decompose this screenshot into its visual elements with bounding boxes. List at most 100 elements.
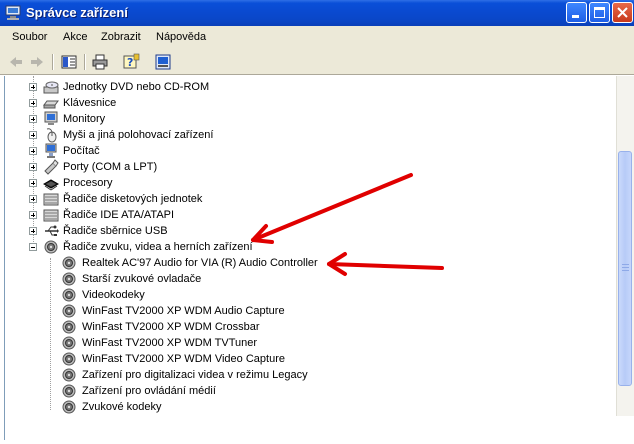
- svg-text:?: ?: [127, 56, 133, 69]
- device-label: Zařízení pro ovládání médií: [82, 385, 216, 397]
- device-tree[interactable]: Jednotky DVD nebo CD-ROM Klávesnice Moni…: [4, 76, 617, 440]
- toolbar-separator: [52, 54, 54, 70]
- menu-help[interactable]: Nápověda: [156, 31, 206, 43]
- expand-icon[interactable]: [29, 227, 37, 235]
- device-manager-icon: [5, 5, 21, 20]
- device-label: WinFast TV2000 XP WDM Audio Capture: [82, 305, 285, 317]
- floppy-controller-icon: [43, 193, 59, 206]
- close-icon: [617, 7, 628, 18]
- expand-icon[interactable]: [29, 147, 37, 155]
- tree-item-mice[interactable]: Myši a jiná polohovací zařízení: [5, 127, 613, 143]
- minimize-icon: [572, 15, 579, 18]
- expand-icon[interactable]: [29, 115, 37, 123]
- grip-line: [622, 267, 629, 268]
- device-label: Realtek AC'97 Audio for VIA (R) Audio Co…: [82, 257, 318, 269]
- speaker-icon: [62, 384, 76, 398]
- device-item[interactable]: WinFast TV2000 XP WDM Crossbar: [5, 319, 613, 335]
- tree-item-label: Myši a jiná polohovací zařízení: [63, 129, 214, 141]
- device-item[interactable]: Starší zvukové ovladače: [5, 271, 613, 287]
- tree-item-ports[interactable]: Porty (COM a LPT): [5, 159, 613, 175]
- speaker-icon: [62, 304, 76, 318]
- title-bar[interactable]: Správce zařízení: [0, 0, 634, 26]
- speaker-icon: [62, 400, 76, 414]
- sound-icon: [44, 240, 58, 254]
- tree-item-label: Monitory: [63, 113, 106, 125]
- speaker-icon: [62, 352, 76, 366]
- device-label: WinFast TV2000 XP WDM Video Capture: [82, 353, 285, 365]
- device-item[interactable]: WinFast TV2000 XP WDM Video Capture: [5, 351, 613, 367]
- usb-icon: [45, 225, 59, 236]
- back-arrow-icon[interactable]: [7, 53, 25, 71]
- expand-icon[interactable]: [29, 179, 37, 187]
- menu-view[interactable]: Zobrazit: [101, 31, 141, 43]
- device-label: WinFast TV2000 XP WDM TVTuner: [82, 337, 258, 349]
- forward-arrow-icon[interactable]: [28, 53, 46, 71]
- mouse-icon: [46, 128, 57, 143]
- device-item[interactable]: Videokodeky: [5, 287, 613, 303]
- tree-item-label: Počítač: [63, 145, 100, 157]
- show-hide-console-tree-icon[interactable]: [60, 53, 78, 71]
- tree-item-keyboard[interactable]: Klávesnice: [5, 95, 613, 111]
- tree-item-monitors[interactable]: Monitory: [5, 111, 613, 127]
- expand-icon[interactable]: [29, 211, 37, 219]
- tree-item-label: Řadiče disketových jednotek: [63, 193, 203, 205]
- tree-item-label: Klávesnice: [63, 97, 117, 109]
- tree-item-sound-video-game-controllers[interactable]: Řadiče zvuku, videa a herních zařízení: [5, 239, 613, 255]
- device-label: Zvukové kodeky: [82, 401, 162, 413]
- scrollbar-thumb[interactable]: [618, 151, 632, 386]
- tree-item-label: Jednotky DVD nebo CD-ROM: [63, 81, 210, 93]
- expand-icon[interactable]: [29, 83, 37, 91]
- device-label: Starší zvukové ovladače: [82, 273, 202, 285]
- speaker-icon: [62, 368, 76, 382]
- tree-item-processors[interactable]: Procesory: [5, 175, 613, 191]
- expand-icon[interactable]: [29, 99, 37, 107]
- maximize-button[interactable]: [589, 2, 610, 23]
- device-item[interactable]: WinFast TV2000 XP WDM Audio Capture: [5, 303, 613, 319]
- grip-line: [622, 270, 629, 271]
- tree-item-dvd-cdrom[interactable]: Jednotky DVD nebo CD-ROM: [5, 79, 613, 95]
- speaker-icon: [62, 256, 76, 270]
- collapse-icon[interactable]: [29, 243, 37, 251]
- device-item[interactable]: WinFast TV2000 XP WDM TVTuner: [5, 335, 613, 351]
- expand-icon[interactable]: [29, 163, 37, 171]
- tree-item-usb-controllers[interactable]: Řadiče sběrnice USB: [5, 223, 613, 239]
- menu-bar: Soubor Akce Zobrazit Nápověda: [0, 26, 634, 51]
- grip-line: [622, 264, 629, 265]
- print-icon[interactable]: [91, 53, 109, 71]
- speaker-icon: [62, 272, 76, 286]
- expand-icon[interactable]: [29, 195, 37, 203]
- tree-item-floppy-controllers[interactable]: Řadiče disketových jednotek: [5, 191, 613, 207]
- device-item[interactable]: Zařízení pro ovládání médií: [5, 383, 613, 399]
- tree-item-ide-controllers[interactable]: Řadiče IDE ATA/ATAPI: [5, 207, 613, 223]
- keyboard-icon: [43, 100, 59, 109]
- speaker-icon: [62, 320, 76, 334]
- cpu-icon: [43, 179, 59, 191]
- tree-item-label: Porty (COM a LPT): [63, 161, 158, 173]
- tree-item-computer[interactable]: Počítač: [5, 143, 613, 159]
- help-icon[interactable]: ?: [122, 53, 140, 71]
- speaker-icon: [62, 288, 76, 302]
- tree-item-label: Řadiče IDE ATA/ATAPI: [63, 209, 175, 221]
- tree-item-label: Řadiče sběrnice USB: [63, 225, 168, 237]
- tree-item-label: Řadiče zvuku, videa a herních zařízení: [63, 241, 253, 253]
- monitor-icon: [44, 111, 58, 125]
- device-item[interactable]: Zařízení pro digitalizaci videa v režimu…: [5, 367, 613, 383]
- vertical-scrollbar[interactable]: [616, 76, 634, 416]
- properties-icon[interactable]: [154, 53, 172, 71]
- device-item[interactable]: Realtek AC'97 Audio for VIA (R) Audio Co…: [5, 255, 613, 271]
- maximize-icon: [594, 7, 605, 18]
- device-label: Zařízení pro digitalizaci videa v režimu…: [82, 369, 308, 381]
- menu-action[interactable]: Akce: [63, 31, 87, 43]
- computer-icon: [45, 143, 57, 158]
- close-button[interactable]: [612, 2, 633, 23]
- device-label: Videokodeky: [82, 289, 145, 301]
- speaker-icon: [62, 336, 76, 350]
- device-label: WinFast TV2000 XP WDM Crossbar: [82, 321, 260, 333]
- toolbar: ?: [0, 50, 634, 75]
- tree-item-label: Procesory: [63, 177, 113, 189]
- minimize-button[interactable]: [566, 2, 587, 23]
- window-title: Správce zařízení: [26, 5, 128, 20]
- device-item[interactable]: Zvukové kodeky: [5, 399, 613, 415]
- expand-icon[interactable]: [29, 131, 37, 139]
- menu-file[interactable]: Soubor: [12, 31, 47, 43]
